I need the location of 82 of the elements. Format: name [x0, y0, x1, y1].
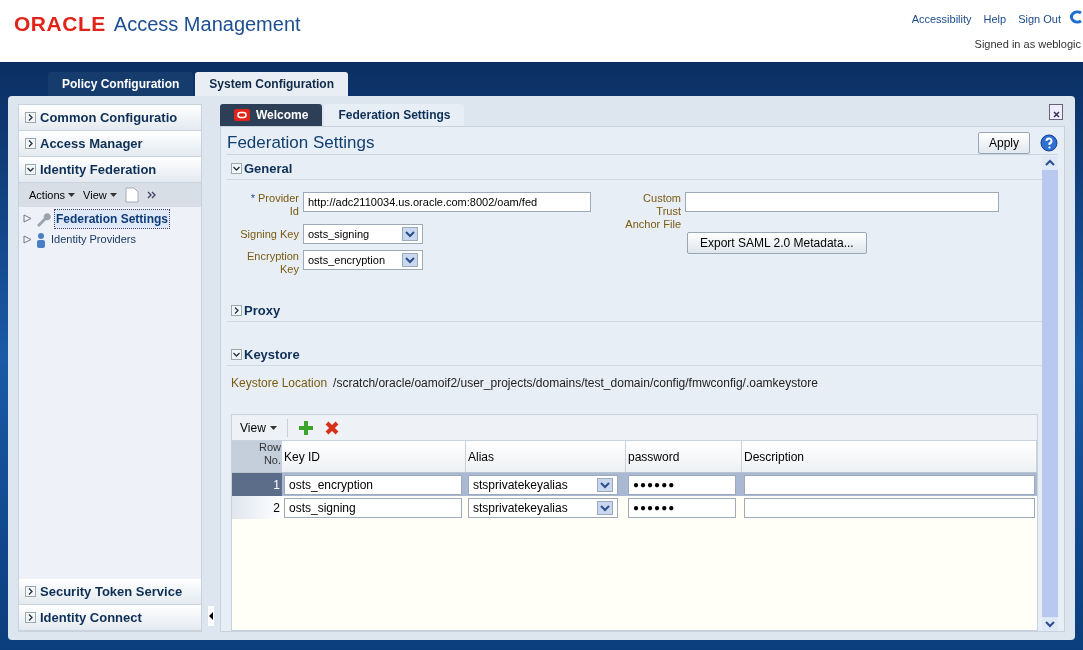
column-header[interactable]: Description: [744, 447, 805, 466]
text-field[interactable]: osts_encryption: [284, 474, 462, 495]
select-field[interactable]: osts_encryption: [303, 250, 423, 270]
expand-icon: [25, 112, 36, 123]
column-header[interactable]: Alias: [468, 447, 494, 466]
scroll-up-icon: [1042, 156, 1058, 170]
expand-triangle-icon: [23, 235, 32, 244]
expand-icon: [231, 305, 242, 316]
header-link[interactable]: Sign Out: [1018, 11, 1061, 28]
collapse-icon: [231, 163, 242, 174]
tree-item[interactable]: Federation Settings: [54, 208, 170, 229]
accordion-header[interactable]: Access Manager: [19, 131, 201, 157]
caret-icon: [109, 193, 117, 197]
column-header[interactable]: Key ID: [284, 447, 320, 466]
select-field[interactable]: osts_signing: [303, 224, 423, 244]
product-title: Access Management: [113, 12, 301, 37]
field-value: /scratch/oracle/oamoif2/user_projects/domains/test_domain/config/fmwconfig/.oamkeystore: [333, 375, 818, 392]
person-icon: [35, 231, 47, 248]
new-document-icon: [124, 187, 139, 203]
table-row[interactable]: 1 osts_encryption stsprivatekeyalias ●●●●●●: [232, 473, 1037, 496]
oracle-logo: ORACLE: [14, 11, 106, 37]
field-label: Custom Trust Anchor File: [624, 192, 681, 231]
field-label: Signing Key: [239, 227, 299, 241]
view-menu[interactable]: View: [240, 418, 288, 437]
expand-triangle-icon: [23, 214, 32, 223]
column-header[interactable]: password: [628, 447, 680, 466]
table-row[interactable]: 2 osts_signing stsprivatekeyalias ●●●●●●: [232, 496, 1037, 519]
text-field[interactable]: http://adc2110034.us.oracle.com:8002/oam/fed: [303, 192, 591, 212]
text-field[interactable]: [744, 474, 1035, 495]
tree-item[interactable]: Identity Providers: [50, 231, 137, 248]
toolbar-menu[interactable]: View: [83, 186, 117, 204]
oracle-ring-icon: [1069, 10, 1083, 24]
expand-icon: [25, 586, 36, 597]
top-tab[interactable]: System Configuration: [195, 72, 349, 96]
accordion-header[interactable]: Identity Federation: [19, 157, 201, 183]
dropdown-icon: [597, 477, 613, 492]
collapse-icon: [231, 349, 242, 360]
oracle-badge-icon: [234, 109, 250, 121]
field-label: * Provider Id: [249, 192, 299, 218]
splitter-handle-icon: [208, 606, 214, 626]
top-tab[interactable]: Policy Configuration: [48, 72, 194, 96]
dropdown-icon: [402, 253, 418, 267]
accordion-header[interactable]: Common Configuratio: [19, 105, 201, 131]
text-field[interactable]: osts_signing: [284, 497, 462, 518]
toolbar-menu[interactable]: Actions: [29, 186, 76, 204]
text-field[interactable]: [685, 192, 999, 212]
wrench-icon: [35, 210, 51, 227]
section-header[interactable]: Proxy: [227, 300, 1042, 322]
content-tab[interactable]: Welcome: [220, 104, 323, 126]
scrollbar[interactable]: [1042, 156, 1058, 631]
accordion-header[interactable]: Security Token Service: [19, 579, 201, 605]
close-document-icon: [1049, 104, 1063, 120]
delete-icon: [323, 419, 340, 436]
header-link[interactable]: Accessibility: [911, 11, 972, 28]
section-header[interactable]: Keystore: [227, 344, 1042, 366]
signed-in-text: Signed in as weblogic: [974, 37, 1081, 52]
section-header[interactable]: General: [227, 158, 1042, 180]
password-field[interactable]: ●●●●●●: [628, 474, 736, 495]
expand-icon: [25, 138, 36, 149]
row-number: 1: [273, 476, 280, 494]
header-link[interactable]: Help: [983, 11, 1007, 28]
content-tab[interactable]: Federation Settings: [324, 104, 465, 126]
apply-button[interactable]: Apply: [977, 131, 1030, 154]
add-icon: [297, 419, 314, 436]
select-field[interactable]: stsprivatekeyalias: [468, 497, 618, 518]
field-label: Keystore Location: [231, 375, 328, 392]
expand-icon: [25, 612, 36, 623]
accordion-header[interactable]: Identity Connect: [19, 605, 201, 631]
password-field[interactable]: ●●●●●●: [628, 497, 736, 518]
caret-icon: [68, 193, 76, 197]
select-field[interactable]: stsprivatekeyalias: [468, 474, 618, 495]
dropdown-icon: [597, 500, 613, 515]
help-icon: [1040, 133, 1058, 152]
dropdown-icon: [402, 227, 418, 241]
collapse-icon: [25, 164, 36, 175]
double-chevron-icon: [146, 191, 157, 199]
text-field[interactable]: [744, 497, 1035, 518]
field-label: Encryption Key: [246, 250, 299, 276]
row-number: 2: [273, 499, 280, 517]
caret-icon: [269, 425, 277, 430]
export-button[interactable]: Export SAML 2.0 Metadata...: [687, 232, 867, 254]
page-title: Federation Settings: [227, 131, 375, 154]
